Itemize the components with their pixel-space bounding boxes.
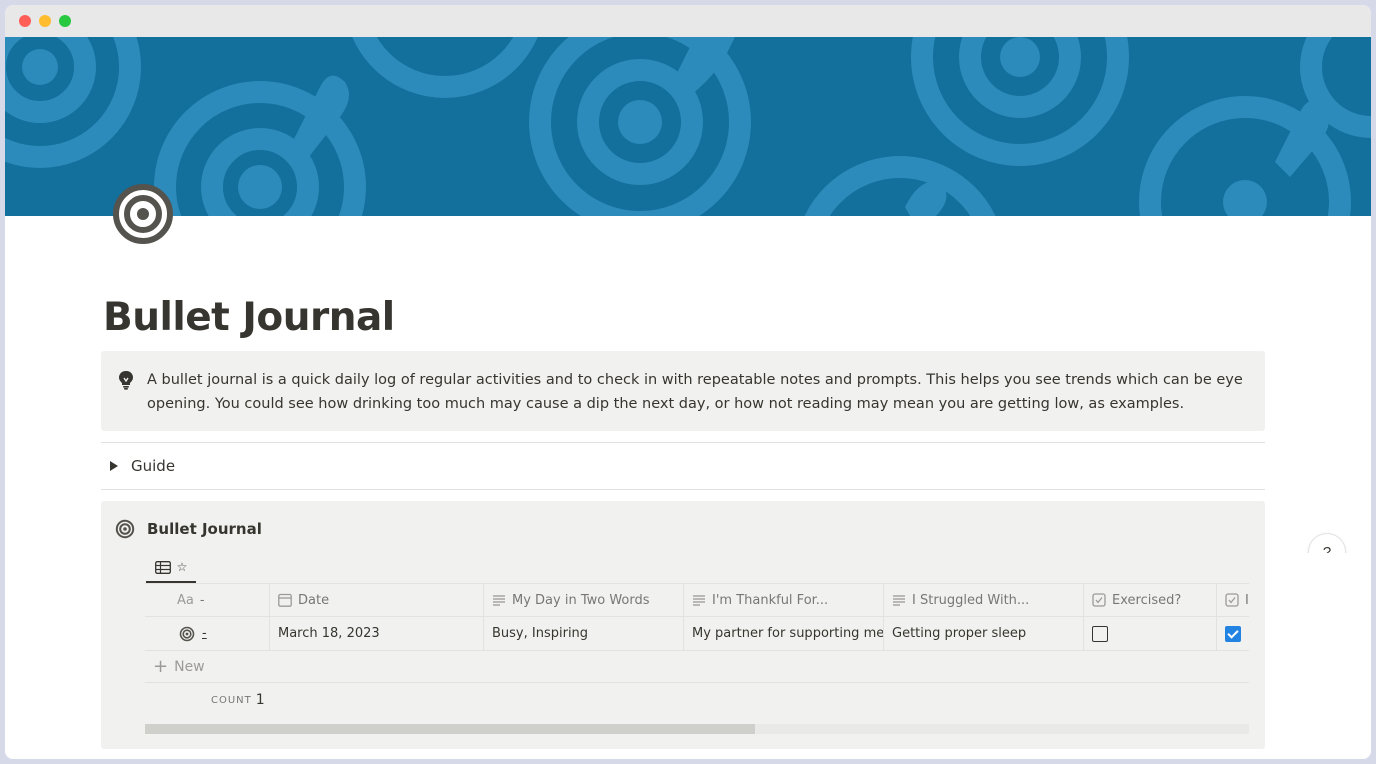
divider <box>101 442 1265 443</box>
app-window: Bullet Journal A bullet journal is a qui… <box>5 5 1371 759</box>
toggle-guide[interactable]: Guide <box>101 453 401 479</box>
page-cover <box>5 37 1371 216</box>
toggle-label[interactable]: Guide <box>131 457 175 475</box>
close-window-button[interactable] <box>19 15 31 27</box>
checkbox-icon <box>1092 593 1106 607</box>
text-lines-icon <box>493 595 505 606</box>
target-icon[interactable] <box>115 519 135 539</box>
row-thankful-cell[interactable]: My partner for supporting me <box>684 617 884 650</box>
maximize-window-button[interactable] <box>59 15 71 27</box>
target-icon[interactable] <box>111 182 175 246</box>
callout-block: A bullet journal is a quick daily log of… <box>101 351 1265 431</box>
count-summary[interactable]: COUNT 1 <box>145 683 1249 717</box>
checkbox-icon <box>1225 593 1239 607</box>
database-title[interactable]: Bullet Journal <box>147 520 262 538</box>
row-name-cell[interactable]: - <box>145 617 270 650</box>
help-button-clip: ? <box>1305 525 1355 553</box>
triangle-right-icon[interactable] <box>110 461 118 471</box>
row-extra-cell <box>1217 617 1257 650</box>
target-icon <box>179 626 195 641</box>
title-aa-icon: Aa <box>177 593 194 608</box>
column-header-extra[interactable]: I <box>1217 584 1257 616</box>
add-new-row-button[interactable]: + New <box>145 651 1249 683</box>
table-header-row: Aa - Date My Day in Two Words I'm Thankf… <box>145 583 1249 617</box>
extra-checkbox[interactable] <box>1225 625 1241 642</box>
scrollbar-thumb[interactable] <box>145 724 755 734</box>
callout-text[interactable]: A bullet journal is a quick daily log of… <box>147 368 1247 416</box>
row-exercised-cell <box>1084 617 1217 650</box>
row-struggled-cell[interactable]: Getting proper sleep <box>884 617 1084 650</box>
text-lines-icon <box>893 595 905 606</box>
row-two-words-cell[interactable]: Busy, Inspiring <box>484 617 684 650</box>
help-button[interactable]: ? <box>1308 533 1346 553</box>
column-header-two-words[interactable]: My Day in Two Words <box>484 584 684 616</box>
minimize-window-button[interactable] <box>39 15 51 27</box>
column-header-struggled[interactable]: I Struggled With... <box>884 584 1084 616</box>
database-table: Aa - Date My Day in Two Words I'm Thankf… <box>145 583 1249 717</box>
database-header: Bullet Journal <box>115 519 262 539</box>
table-row[interactable]: - March 18, 2023 Busy, Inspiring My part… <box>145 617 1249 651</box>
star-icon: ☆ <box>176 560 188 574</box>
column-header-exercised[interactable]: Exercised? <box>1084 584 1217 616</box>
table-icon <box>154 560 171 574</box>
exercised-checkbox[interactable] <box>1092 625 1108 642</box>
text-lines-icon <box>693 595 705 606</box>
column-header-name[interactable]: Aa - <box>145 584 270 616</box>
lightbulb-icon <box>119 371 133 390</box>
calendar-icon <box>278 593 292 607</box>
column-header-thankful[interactable]: I'm Thankful For... <box>684 584 884 616</box>
divider <box>101 489 1265 490</box>
target-pattern-cover <box>5 37 1371 216</box>
plus-icon: + <box>153 655 169 677</box>
page-title[interactable]: Bullet Journal <box>103 295 395 340</box>
row-date-cell[interactable]: March 18, 2023 <box>270 617 484 650</box>
horizontal-scrollbar[interactable] <box>145 724 1249 734</box>
tab-table-view[interactable]: ☆ <box>146 553 196 583</box>
column-header-date[interactable]: Date <box>270 584 484 616</box>
window-titlebar <box>5 5 1371 37</box>
database-block: Bullet Journal ☆ Aa - Date My Day in Two… <box>101 501 1265 749</box>
